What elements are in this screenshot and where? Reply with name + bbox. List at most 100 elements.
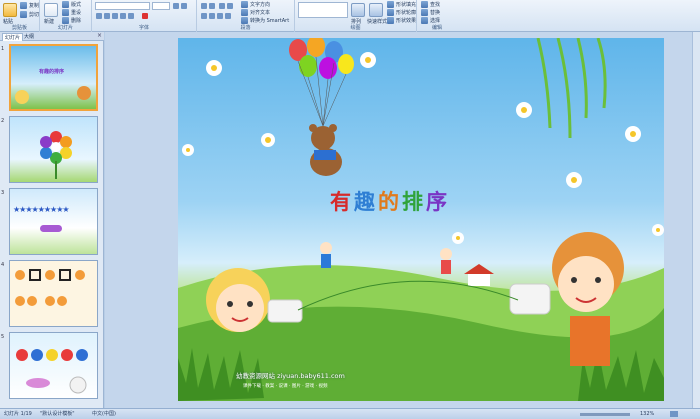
slide-title[interactable]: 有趣的排序 bbox=[330, 186, 450, 216]
fill-icon bbox=[387, 1, 394, 8]
font-group: 字体 bbox=[92, 0, 197, 32]
slides-panel: 幻灯片 大纲 × 1 有趣的排序 2 3 ★★★★★★★★★ 4 5 bbox=[0, 32, 104, 408]
title-char: 排 bbox=[402, 190, 426, 214]
paste-icon[interactable] bbox=[3, 3, 17, 17]
tab-slides[interactable]: 幻灯片 bbox=[2, 33, 24, 41]
editing-group-label: 编辑 bbox=[431, 25, 442, 31]
increase-indent-icon[interactable] bbox=[227, 3, 233, 9]
slide-counter: 幻灯片 1/19 bbox=[4, 411, 32, 417]
flower-image bbox=[40, 131, 72, 179]
title-char: 有 bbox=[330, 190, 354, 214]
shape-fill-button[interactable]: 形状填充 bbox=[387, 1, 416, 8]
title-char: 趣 bbox=[354, 190, 378, 214]
strikethrough-icon[interactable] bbox=[120, 13, 126, 19]
slide-background-image bbox=[178, 38, 664, 401]
thumb-number: 5 bbox=[1, 334, 5, 340]
thumb-number: 3 bbox=[1, 190, 5, 196]
thumb-pill-image bbox=[40, 225, 62, 232]
tab-outline[interactable]: 大纲 bbox=[22, 33, 36, 41]
bullets-icon[interactable] bbox=[201, 3, 207, 9]
shape-outline-button[interactable]: 形状轮廓 bbox=[387, 9, 416, 16]
colored-dots-image bbox=[16, 349, 88, 394]
reset-button[interactable]: 重设 bbox=[62, 9, 81, 16]
slide-thumbnail-2[interactable] bbox=[9, 116, 98, 183]
copy-icon bbox=[20, 2, 27, 9]
fit-slide-icon[interactable] bbox=[670, 411, 678, 417]
cut-icon bbox=[20, 11, 27, 18]
new-slide-icon[interactable] bbox=[44, 3, 58, 17]
drawing-group: 排列 快速样式 形状填充 形状轮廓 形状效果 绘图 bbox=[295, 0, 417, 32]
thumb-number: 2 bbox=[1, 118, 5, 124]
decrease-indent-icon[interactable] bbox=[219, 3, 225, 9]
shapes-sequence-image bbox=[15, 269, 85, 306]
reset-icon bbox=[62, 9, 69, 16]
layout-button[interactable]: 版式 bbox=[62, 1, 81, 8]
underline-icon[interactable] bbox=[112, 13, 118, 19]
arrange-icon[interactable] bbox=[351, 3, 365, 17]
vertical-scrollbar[interactable] bbox=[692, 32, 700, 408]
zoom-slider[interactable] bbox=[580, 413, 630, 416]
thumb-number: 1 bbox=[1, 46, 5, 52]
italic-icon[interactable] bbox=[104, 13, 110, 19]
font-group-label: 字体 bbox=[138, 25, 149, 31]
thumb-child-left-image bbox=[15, 90, 29, 104]
shrink-font-icon[interactable] bbox=[181, 3, 187, 9]
stars-row-image: ★★★★★★★★★ bbox=[13, 205, 70, 214]
thumb-title: 有趣的排序 bbox=[39, 69, 65, 75]
shape-effects-button[interactable]: 形状效果 bbox=[387, 17, 416, 24]
find-icon bbox=[421, 1, 428, 8]
align-text-button[interactable]: 对齐文本 bbox=[241, 9, 270, 16]
select-button[interactable]: 选择 bbox=[421, 17, 440, 24]
text-direction-icon bbox=[241, 1, 248, 8]
slide-footer-subtext: 课件下载 · 教案 · 说课 · 图片 · 游戏 · 视频 bbox=[243, 384, 328, 389]
clipboard-group-label: 剪贴板 bbox=[11, 25, 27, 31]
replace-button[interactable]: 替换 bbox=[421, 9, 440, 16]
editing-group: 查找 替换 选择 编辑 bbox=[417, 0, 457, 32]
cut-button[interactable]: 剪切 bbox=[20, 11, 39, 18]
theme-name: "默认设计模板" bbox=[40, 411, 75, 417]
drawing-group-label: 绘图 bbox=[350, 25, 361, 31]
slide-thumbnail-4[interactable] bbox=[9, 260, 98, 327]
bold-icon[interactable] bbox=[96, 13, 102, 19]
shadow-icon[interactable] bbox=[128, 13, 134, 19]
numbering-icon[interactable] bbox=[209, 3, 215, 9]
panel-tabs: 幻灯片 大纲 × bbox=[0, 32, 104, 41]
shapes-gallery[interactable] bbox=[298, 2, 348, 18]
align-left-icon[interactable] bbox=[201, 13, 207, 19]
text-direction-button[interactable]: 文字方向 bbox=[241, 1, 270, 8]
select-icon bbox=[421, 17, 428, 24]
slide-thumbnail-5[interactable] bbox=[9, 332, 98, 399]
grow-font-icon[interactable] bbox=[173, 3, 179, 9]
close-panel-icon[interactable]: × bbox=[97, 32, 102, 39]
slide-thumbnail-3[interactable]: ★★★★★★★★★ bbox=[9, 188, 98, 255]
delete-button[interactable]: 删除 bbox=[62, 17, 81, 24]
font-size-combo[interactable] bbox=[152, 2, 170, 10]
title-char: 的 bbox=[378, 190, 402, 214]
align-right-icon[interactable] bbox=[217, 13, 223, 19]
find-button[interactable]: 查找 bbox=[421, 1, 440, 8]
thumb-child-right-image bbox=[77, 86, 91, 100]
current-slide[interactable]: 有趣的排序 幼教资源网站 ziyuan.baby611.com 课件下载 · 教… bbox=[178, 38, 664, 401]
quick-styles-icon[interactable] bbox=[369, 3, 383, 17]
justify-icon[interactable] bbox=[225, 13, 231, 19]
font-color-icon[interactable] bbox=[142, 13, 148, 19]
align-center-icon[interactable] bbox=[209, 13, 215, 19]
slides-group-label: 幻灯片 bbox=[57, 25, 73, 31]
language-indicator: 中文(中国) bbox=[92, 411, 116, 417]
title-char: 序 bbox=[426, 190, 450, 214]
outline-icon bbox=[387, 9, 394, 16]
smartart-button[interactable]: 转换为 SmartArt bbox=[241, 17, 289, 24]
copy-button[interactable]: 复制 bbox=[20, 2, 39, 9]
paragraph-group: 文字方向 对齐文本 转换为 SmartArt 段落 bbox=[197, 0, 295, 32]
layout-icon bbox=[62, 1, 69, 8]
smartart-icon bbox=[241, 17, 248, 24]
slide-thumbnail-1[interactable]: 有趣的排序 bbox=[9, 44, 98, 111]
font-name-combo[interactable] bbox=[95, 2, 150, 10]
align-text-icon bbox=[241, 9, 248, 16]
slide-footer-text: 幼教资源网站 ziyuan.baby611.com bbox=[236, 372, 345, 380]
delete-icon bbox=[62, 17, 69, 24]
thumb-number: 4 bbox=[1, 262, 5, 268]
effects-icon bbox=[387, 17, 394, 24]
zoom-level[interactable]: 132% bbox=[640, 409, 654, 419]
clipboard-group: 粘贴 复制 剪切 剪贴板 bbox=[0, 0, 40, 32]
